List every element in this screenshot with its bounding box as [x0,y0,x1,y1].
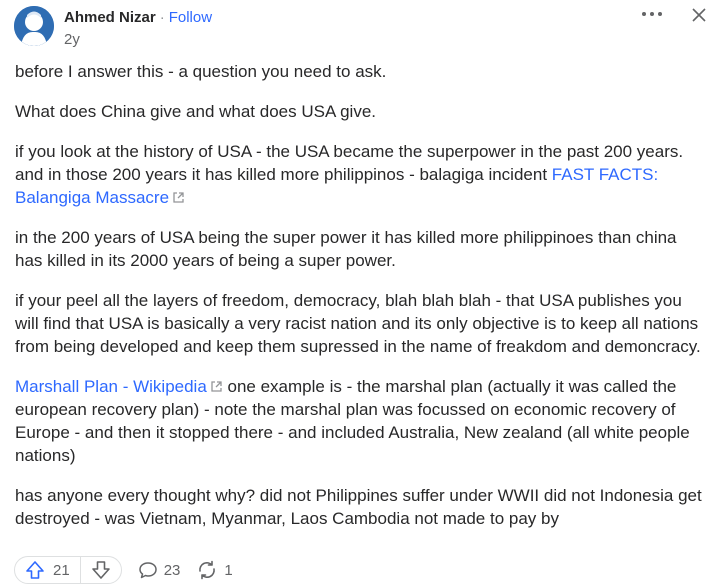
paragraph-5: if your peel all the layers of freedom, … [15,291,701,356]
share-button[interactable]: 1 [196,560,233,580]
avatar-image [14,6,54,46]
close-icon[interactable] [692,8,706,27]
paragraph-6: Marshall Plan - Wikipedia one example is… [15,375,705,467]
separator: · [159,9,165,26]
answer-content: before I answer this - a question you ne… [15,60,705,543]
author-name[interactable]: Ahmed Nizar [64,9,156,26]
downvote-button[interactable] [81,557,121,583]
upvote-button[interactable]: 21 [15,557,80,583]
downvote-icon [91,561,110,579]
answer-age: 2y [64,31,80,48]
external-link-icon [173,192,184,203]
follow-button[interactable]: Follow [169,9,212,26]
paragraph-7: has anyone every thought why? did not Ph… [15,486,702,528]
author-row: Ahmed Nizar · Follow [64,9,212,26]
more-options-icon[interactable] [640,4,664,30]
marshall-plan-link[interactable]: Marshall Plan - Wikipedia [15,377,207,396]
content-fade [15,529,705,543]
external-link-icon [211,381,222,392]
comment-icon [138,562,157,579]
share-count: 1 [224,561,233,579]
paragraph-4: in the 200 years of USA being the super … [15,228,677,270]
upvote-icon [26,561,44,579]
paragraph-3: if you look at the history of USA - the … [15,140,705,209]
upvote-count: 21 [53,561,70,579]
comment-count: 23 [163,561,181,579]
answer-header: Ahmed Nizar · Follow 2y [14,6,706,50]
vote-box: 21 [14,556,122,584]
avatar[interactable] [14,6,54,46]
action-bar: 21 23 1 [14,556,233,584]
share-icon [199,560,216,580]
paragraph-2: What does China give and what does USA g… [15,102,376,121]
comment-button[interactable]: 23 [138,560,181,580]
paragraph-1: before I answer this - a question you ne… [15,62,387,81]
